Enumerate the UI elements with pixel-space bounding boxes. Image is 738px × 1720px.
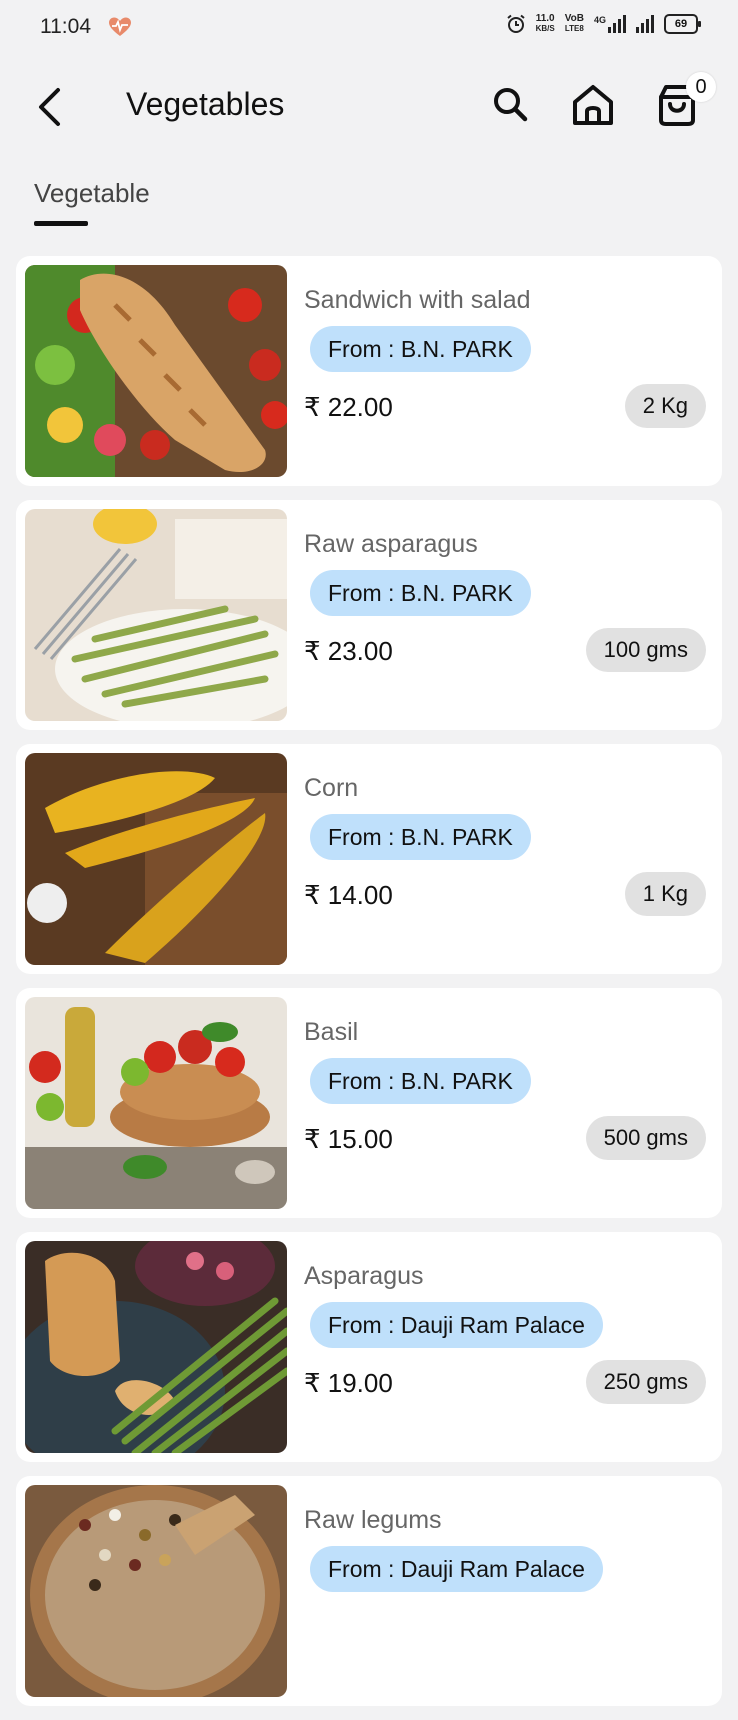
product-card[interactable]: Asparagus From : Dauji Ram Palace ₹ 19.0… [16,1232,722,1462]
quantity-chip: 250 gms [585,1360,706,1404]
quantity-chip: 1 Kg [624,872,706,916]
product-image-raw-legumes [25,1485,287,1697]
status-icons: 11.0 KB/S VoB LTE8 4G 69 [506,14,701,34]
product-image-asparagus [25,1241,287,1453]
status-bar: 11:04 11.0 KB/S VoB LTE8 4G 69 [0,0,738,56]
seller-chip: From : Dauji Ram Palace [310,1302,603,1348]
seller-chip: From : B.N. PARK [310,326,531,372]
back-arrow-icon[interactable] [30,84,70,130]
signal-icon-2 [636,15,654,33]
volte-top: VoB [564,13,584,24]
network-speed-value: 11.0 [535,13,555,24]
product-name: Asparagus [304,1262,424,1290]
quantity-chip: 100 gms [585,628,706,672]
product-image-sandwich [25,265,287,477]
status-time: 11:04 [40,15,91,38]
seller-chip: From : Dauji Ram Palace [310,1546,603,1592]
cart-count-badge: 0 [686,72,716,102]
product-name: Raw legums [304,1506,442,1534]
product-image-basil [25,997,287,1209]
product-name: Basil [304,1018,359,1046]
product-price: ₹ 22.00 [304,392,393,422]
app-bar: Vegetables 0 [0,62,738,152]
heart-health-icon [109,17,131,36]
product-name: Raw asparagus [304,530,478,558]
product-list: Sandwich with salad From : B.N. PARK ₹ 2… [16,256,722,1720]
signal-icon: 4G [594,15,626,33]
product-image-raw-asparagus [25,509,287,721]
home-icon[interactable] [568,80,618,130]
seller-chip: From : B.N. PARK [310,570,531,616]
product-card[interactable]: Raw asparagus From : B.N. PARK ₹ 23.00 1… [16,500,722,730]
battery-icon: 69 [664,14,701,34]
product-name: Sandwich with salad [304,286,531,314]
page-title: Vegetables [126,86,285,122]
product-card[interactable]: Basil From : B.N. PARK ₹ 15.00 500 gms [16,988,722,1218]
search-icon[interactable] [486,80,536,130]
volte-bottom: LTE8 [564,24,584,33]
alarm-icon [506,14,525,33]
network-speed-unit: KB/S [535,24,555,33]
network-speed: 11.0 KB/S [536,14,555,34]
network-type: 4G [593,15,606,25]
product-price: ₹ 23.00 [304,636,393,666]
product-price: ₹ 15.00 [304,1124,393,1154]
product-price: ₹ 14.00 [304,880,393,910]
quantity-chip: 500 gms [585,1116,706,1160]
product-card[interactable]: Sandwich with salad From : B.N. PARK ₹ 2… [16,256,722,486]
volte-indicator: VoB LTE8 [565,14,584,34]
product-name: Corn [304,774,359,802]
seller-chip: From : B.N. PARK [310,1058,531,1104]
tab-vegetable[interactable]: Vegetable [34,178,150,209]
product-card[interactable]: Raw legums From : Dauji Ram Palace [16,1476,722,1706]
product-card[interactable]: Corn From : B.N. PARK ₹ 14.00 1 Kg [16,744,722,974]
seller-chip: From : B.N. PARK [310,814,531,860]
tab-active-indicator [34,221,88,226]
product-price: ₹ 19.00 [304,1368,393,1398]
product-image-corn [25,753,287,965]
quantity-chip: 2 Kg [624,384,706,428]
